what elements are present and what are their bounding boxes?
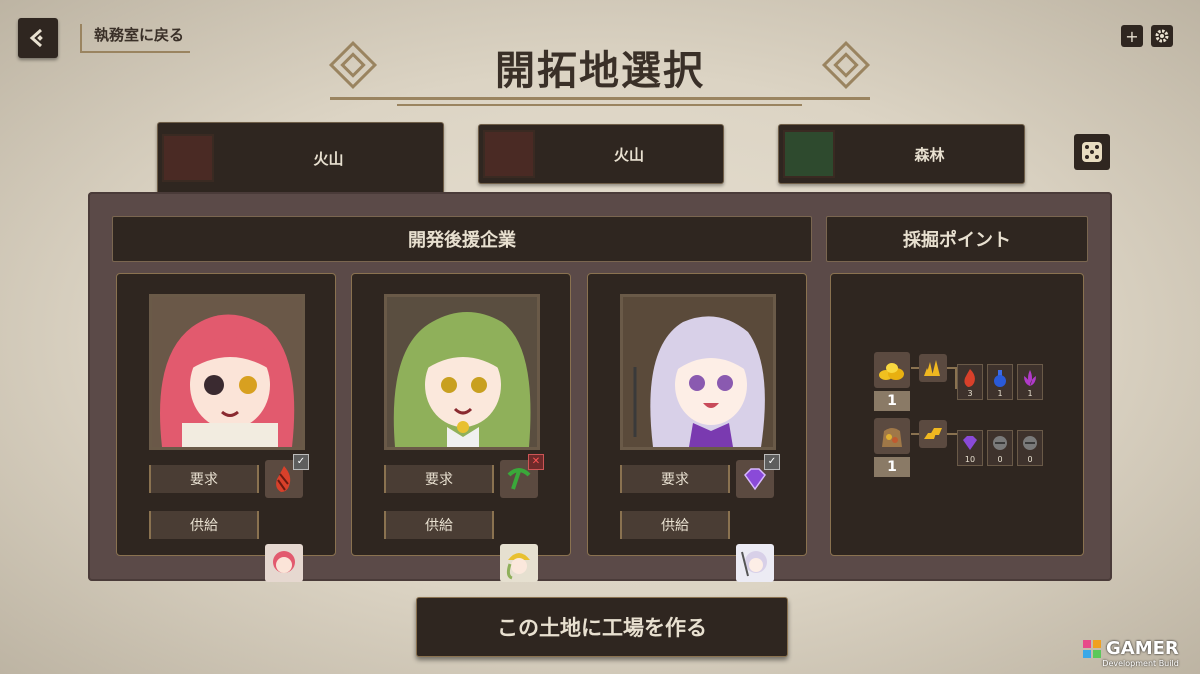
- reward-slot: 10: [957, 430, 983, 466]
- supplier-avatar: [500, 544, 538, 582]
- reward-slot: 1: [987, 364, 1013, 400]
- status-check-icon: ✓: [293, 454, 309, 470]
- tab-volcano-1[interactable]: 火山: [157, 122, 444, 193]
- back-label[interactable]: 執務室に戻る: [80, 24, 191, 53]
- lotus-icon: [1024, 370, 1036, 386]
- request-label: 要求: [149, 465, 259, 493]
- volcano-thumbnail: [162, 134, 214, 182]
- add-button[interactable]: +: [1121, 25, 1143, 47]
- tab-label: 火山: [613, 145, 644, 164]
- back-arrow-icon: [29, 28, 43, 48]
- gem-icon: [963, 436, 977, 450]
- character-portrait: [384, 294, 540, 450]
- tab-forest[interactable]: 森林: [778, 124, 1025, 184]
- tab-label: 森林: [914, 145, 945, 164]
- reward-value: 1: [1027, 389, 1033, 398]
- company-card[interactable]: 要求 ✕ 供給: [351, 273, 571, 582]
- watermark: GAMER Development Build: [1082, 638, 1179, 668]
- reward-value: 0: [997, 455, 1003, 464]
- gear-icon: [1155, 29, 1169, 43]
- connector-line: [947, 433, 957, 435]
- tab-label: 火山: [313, 149, 344, 168]
- reward-slot: 0: [987, 430, 1013, 466]
- pickaxe-icon: ✕: [500, 454, 544, 498]
- empty-slot-icon: [993, 436, 1007, 450]
- volcano-thumbnail: [483, 130, 535, 178]
- gold-ingot-icon: [919, 420, 947, 448]
- gem-icon: ✓: [736, 454, 780, 498]
- title-underline-inner: [397, 104, 802, 106]
- tab-volcano-2[interactable]: 火山: [478, 124, 724, 184]
- connector-line: [947, 367, 957, 389]
- reward-row: 10 0 0: [957, 430, 1043, 466]
- supply-label: 供給: [620, 511, 730, 539]
- flame-icon: [964, 369, 975, 387]
- character-portrait: [149, 294, 305, 450]
- request-label: 要求: [620, 465, 730, 493]
- title-underline: [330, 97, 870, 100]
- reward-slot: 0: [1017, 430, 1043, 466]
- supply-label: 供給: [384, 511, 494, 539]
- status-check-icon: ✓: [764, 454, 780, 470]
- empty-slot-icon: [1023, 436, 1037, 450]
- supplier-avatar: [265, 544, 303, 582]
- request-label: 要求: [384, 465, 494, 493]
- reward-value: 3: [967, 389, 973, 398]
- reward-value: 1: [997, 389, 1003, 398]
- flame-icon: ✓: [265, 454, 309, 498]
- gold-pile-icon[interactable]: [874, 352, 910, 388]
- reward-value: 0: [1027, 455, 1033, 464]
- gamer-logo-icon: [1083, 639, 1101, 658]
- company-card[interactable]: 要求 ✓ 供給: [587, 273, 807, 582]
- mining-count: 1: [874, 457, 910, 477]
- dice-icon: [1082, 142, 1102, 162]
- ore-sack-icon[interactable]: [874, 418, 910, 454]
- reward-value: 10: [964, 455, 976, 464]
- forest-thumbnail: [783, 130, 835, 178]
- connector-line: [911, 433, 919, 435]
- status-cross-icon: ✕: [528, 454, 544, 470]
- build-factory-button[interactable]: この土地に工場を作る: [416, 597, 788, 657]
- supply-label: 供給: [149, 511, 259, 539]
- settings-button[interactable]: [1151, 25, 1173, 47]
- mining-count: 1: [874, 391, 910, 411]
- mining-header: 採掘ポイント: [826, 216, 1088, 262]
- character-portrait: [620, 294, 776, 450]
- reward-slot: 3: [957, 364, 983, 400]
- mining-card: 1 3 1 1 1 10 0 0: [830, 273, 1084, 556]
- page-title: 開拓地選択: [495, 47, 705, 94]
- random-button[interactable]: [1074, 134, 1110, 170]
- connector-line: [911, 367, 919, 369]
- watermark-brand: GAMER: [1106, 638, 1179, 659]
- back-button[interactable]: [18, 18, 58, 58]
- watermark-sub: Development Build: [1102, 659, 1179, 668]
- potion-icon: [994, 370, 1006, 387]
- reward-slot: 1: [1017, 364, 1043, 400]
- supplier-avatar: [736, 544, 774, 582]
- reward-row: 3 1 1: [957, 364, 1043, 400]
- companies-header: 開発後援企業: [112, 216, 812, 262]
- company-card[interactable]: 要求 ✓ 供給: [116, 273, 336, 582]
- crystal-cluster-icon: [919, 354, 947, 382]
